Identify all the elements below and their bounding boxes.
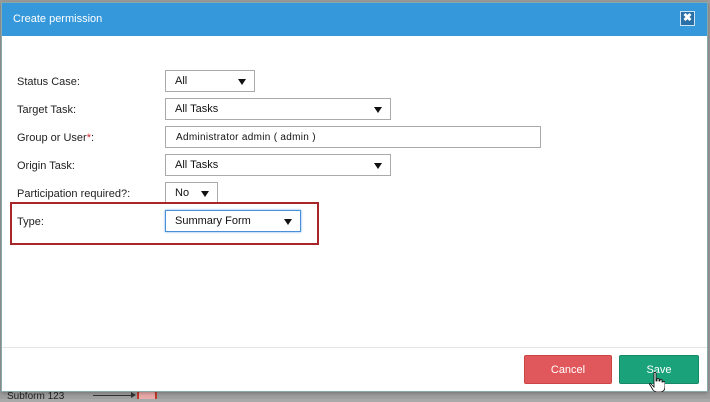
background-subform-label: Subform 123 <box>7 391 65 402</box>
footer-divider <box>2 347 707 348</box>
dialog-title: Create permission <box>13 13 103 25</box>
type-value: Summary Form <box>175 215 251 227</box>
chevron-down-icon <box>238 79 246 85</box>
chevron-down-icon <box>374 107 382 113</box>
create-permission-dialog: Create permission ✖ Status Case: All Tar… <box>1 2 708 392</box>
group-or-user-label: Group or User*: <box>17 132 94 144</box>
origin-task-label: Origin Task: <box>17 160 75 172</box>
background-connector-arrow <box>131 392 136 398</box>
chevron-down-icon <box>284 219 292 225</box>
group-or-user-label-text: Group or User <box>17 132 87 144</box>
group-or-user-label-suffix: : <box>90 132 95 144</box>
dialog-header: Create permission ✖ <box>2 3 707 36</box>
group-or-user-input[interactable]: Administrator admin ( admin ) <box>165 126 541 148</box>
type-select[interactable]: Summary Form <box>165 210 301 232</box>
background-connector-line <box>93 395 133 396</box>
status-case-value: All <box>175 75 188 87</box>
status-case-select[interactable]: All <box>165 70 255 92</box>
chevron-down-icon <box>201 191 209 197</box>
participation-required-value: No <box>175 187 190 199</box>
target-task-select[interactable]: All Tasks <box>165 98 391 120</box>
close-icon[interactable]: ✖ <box>680 11 695 26</box>
chevron-down-icon <box>374 163 382 169</box>
participation-required-select[interactable]: No <box>165 182 218 204</box>
status-case-label: Status Case: <box>17 76 80 88</box>
group-or-user-value: Administrator admin ( admin ) <box>176 132 316 143</box>
type-label: Type: <box>17 216 44 228</box>
hand-cursor-icon <box>649 372 665 392</box>
origin-task-select[interactable]: All Tasks <box>165 154 391 176</box>
cancel-button[interactable]: Cancel <box>524 355 612 384</box>
target-task-label: Target Task: <box>17 104 77 116</box>
participation-required-label: Participation required?: <box>17 188 131 200</box>
target-task-value: All Tasks <box>175 103 219 115</box>
origin-task-value: All Tasks <box>175 159 219 171</box>
